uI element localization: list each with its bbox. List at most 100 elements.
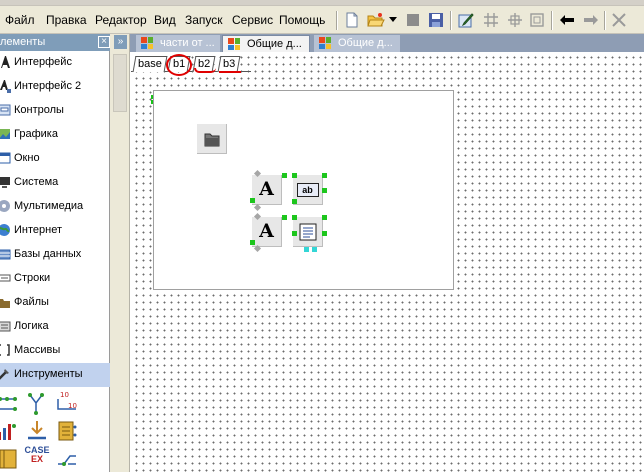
palette-item-window[interactable]: Окно [0,147,110,171]
palette-item-system[interactable]: Система [0,171,110,195]
windows-flag-icon [141,37,153,49]
back-arrow-icon[interactable] [557,10,577,30]
chart-tool-icon[interactable] [0,418,20,444]
menu-file[interactable]: Файл [5,13,35,27]
import-icon[interactable] [24,418,50,444]
case-ex-label: EX [30,454,43,464]
branch-icon[interactable] [0,391,22,417]
folder-component[interactable] [197,124,227,154]
system-icon [0,177,10,188]
selection-handle[interactable] [282,215,287,220]
selection-handle[interactable] [292,231,297,236]
memory-icon[interactable] [54,418,80,444]
selection-handle[interactable] [304,247,309,252]
palette-item-tools[interactable]: Инструменты [0,363,110,387]
red-circle-annotation [166,54,192,76]
doc-tab-label: части от ... [160,37,215,49]
menu-help[interactable]: Помощь [279,13,325,27]
toolbar-separator [336,11,338,30]
dropdown-arrow-icon[interactable] [387,10,399,30]
close-icon[interactable] [609,10,629,30]
palette-item-arrays[interactable]: Массивы [0,339,110,363]
edit-component[interactable]: ab [293,175,323,205]
document-tab-strip: части от ... Общие д... Общие д... [130,34,644,52]
selection-handle[interactable] [322,188,327,193]
tools-grid: 10 10 CASE EX [0,388,110,472]
arrays-icon [0,344,10,356]
save-icon[interactable] [426,10,446,30]
palette-item-internet[interactable]: Интернет [0,219,110,243]
menu-edit[interactable]: Правка [46,13,87,27]
new-file-icon[interactable] [342,10,362,30]
snap-grid-icon[interactable] [505,10,525,30]
library-icon[interactable] [0,446,22,472]
open-folder-icon[interactable] [366,10,386,30]
palette-item-graphics[interactable]: Графика [0,123,110,147]
palette-item-label: Система [14,176,59,188]
grid-icon[interactable] [481,10,501,30]
menu-view[interactable]: Вид [154,13,176,27]
collapse-panel-icon[interactable]: » [114,35,127,49]
palette-item-strings[interactable]: Строки [0,267,110,291]
selection-handle[interactable] [292,199,297,204]
memo-component[interactable] [293,217,323,247]
selection-handle[interactable] [282,173,287,178]
svg-text:10: 10 [68,402,77,410]
label-component-1[interactable]: A [252,175,282,205]
menu-run[interactable]: Запуск [185,13,223,27]
forward-arrow-icon[interactable] [581,10,601,30]
menu-editor[interactable]: Редактор [95,13,147,27]
memo-icon [299,223,316,240]
palette-item-databases[interactable]: Базы данных [0,243,110,267]
palette-item-label: Контролы [14,104,64,116]
panel-splitter[interactable]: » [110,34,130,472]
switch-icon[interactable] [54,446,80,472]
palette-item-controls[interactable]: Контролы [0,99,110,123]
window-icon [0,152,11,164]
selection-handle[interactable] [312,247,317,252]
fit-frame-icon[interactable] [527,10,547,30]
palette-item-logic[interactable]: Логика [0,315,110,339]
database-icon [0,249,11,260]
form-panel[interactable]: A ab A [153,90,454,290]
files-icon [0,299,10,308]
selection-handle[interactable] [253,203,262,212]
menu-service[interactable]: Сервис [232,13,273,27]
palette-item-label: Инструменты [14,368,83,380]
selection-handle[interactable] [250,240,255,245]
vertical-scrollbar[interactable] [113,54,127,112]
label-a-glyph: A [259,178,274,200]
page-tab-base[interactable]: base [132,56,168,72]
counter-icon[interactable]: 1010 [54,389,80,415]
selection-handle[interactable] [250,198,255,203]
design-canvas[interactable]: base b1 b2 b3 A ab A [131,52,644,472]
red-underline-annotation [219,71,241,73]
selection-handle[interactable] [322,215,327,220]
palette-item-label: Файлы [14,296,49,308]
palette-item-interface-2[interactable]: Интерфейс 2 [0,75,110,99]
selection-handle[interactable] [292,173,297,178]
selection-handle[interactable] [322,231,327,236]
doc-tab-3[interactable]: Общие д... [314,35,400,52]
palette-item-label: Массивы [14,344,61,356]
palette-item-files[interactable]: Файлы [0,291,110,315]
doc-tab-2[interactable]: Общие д... [222,35,310,52]
doc-tab-1[interactable]: части от ... [136,35,220,52]
graphics-icon [0,129,10,139]
palette-close-icon[interactable]: × [98,36,110,48]
label-component-2[interactable]: A [252,217,282,247]
stop-icon[interactable] [403,10,423,30]
page-tab-b3[interactable]: b3 [217,56,241,72]
selection-handle[interactable] [292,215,297,220]
selection-handle[interactable] [322,173,327,178]
palette-item-label: Графика [14,128,58,140]
palette-item-multimedia[interactable]: Мультимедиа [0,195,110,219]
elements-palette: лементы × Интерфейс Интерфейс 2 Контролы… [0,34,110,472]
palette-header: лементы × [0,34,110,51]
doc-tab-label: Общие д... [338,37,393,49]
strings-icon [0,274,11,282]
case-icon[interactable]: CASE EX [24,446,50,472]
hub-icon[interactable] [24,391,50,417]
edit-properties-icon[interactable] [456,10,476,30]
palette-item-interface[interactable]: Интерфейс [0,51,110,75]
